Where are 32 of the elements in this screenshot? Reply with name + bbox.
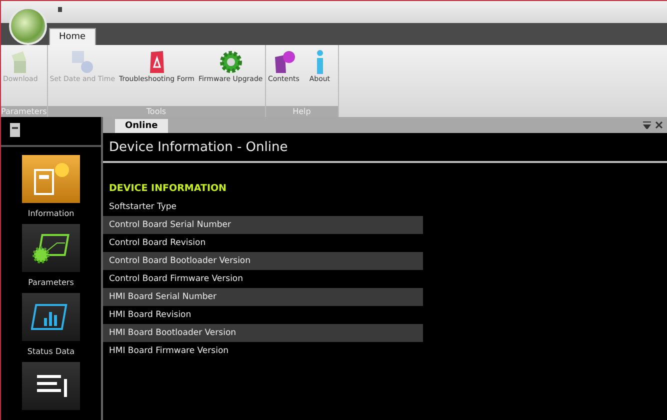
close-icon[interactable] — [655, 121, 663, 129]
page-title: Device Information - Online — [108, 139, 289, 157]
info-icon — [316, 49, 324, 75]
nav-tile[interactable] — [22, 155, 80, 203]
info-panel-icon — [31, 162, 71, 196]
gear-graph-icon — [31, 231, 71, 265]
ribbon-group-label: Tools — [48, 106, 265, 117]
ribbon-tab[interactable]: Home — [49, 28, 96, 45]
info-row-text: Softstarter Type — [108, 201, 178, 214]
info-row: HMI Board Serial Number — [103, 288, 423, 306]
nav-tile[interactable] — [22, 362, 80, 410]
dropdown-icon[interactable] — [643, 121, 651, 129]
ribbon-group-label: Parameters — [1, 106, 47, 117]
info-row: HMI Board Bootloader Version — [103, 324, 423, 342]
ribbon-group-label: Help — [266, 106, 338, 117]
info-row: Control Board Serial Number — [103, 216, 423, 234]
info-row: Control Board Bootloader Version — [103, 252, 423, 270]
nav-label: Information — [28, 209, 74, 218]
nav-tile[interactable] — [22, 293, 80, 341]
app-menu-orb[interactable] — [9, 7, 47, 45]
document-tab[interactable]: Online — [115, 119, 168, 133]
nav-tile[interactable] — [22, 224, 80, 272]
document-icon — [9, 122, 21, 138]
info-row-text: HMI Board Revision — [108, 309, 192, 322]
section-heading: DEVICE INFORMATION — [108, 183, 228, 194]
nav-label: Parameters — [28, 278, 74, 287]
calendar-icon — [69, 49, 96, 75]
nav-label: Status Data — [27, 347, 75, 356]
info-row-text: Control Board Firmware Version — [108, 273, 244, 286]
info-row-text: HMI Board Firmware Version — [108, 345, 230, 358]
info-row-text: Control Board Revision — [108, 237, 207, 250]
gear-icon — [218, 49, 244, 75]
